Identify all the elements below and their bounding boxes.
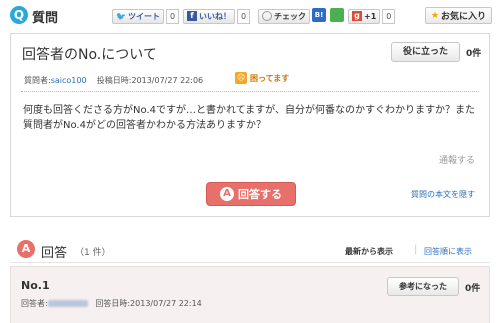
answer-card: No.1 回答者: 回答日時:2013/07/27 22:14 参考になった 0…	[10, 266, 490, 323]
hide-question-link[interactable]: 質問の本文を隠す	[411, 189, 475, 200]
tweet-count: 0	[165, 8, 180, 24]
favorite-button[interactable]: ★ お気に入り	[425, 7, 492, 24]
gplus-share: g +1 0	[348, 8, 396, 24]
posted-date: 2013/07/27 22:06	[131, 76, 204, 85]
gplus-count: 0	[382, 8, 396, 24]
answers-count: （1 件）	[75, 248, 111, 258]
divider	[10, 262, 490, 263]
useful-count: 0件	[466, 49, 482, 59]
question-card: 回答者のNo.について 役に立った 0件 質問者:saico100 投稿日時:2…	[10, 33, 490, 217]
check-share: チェック	[258, 8, 310, 24]
question-badge-icon: Q	[10, 6, 28, 24]
sort-order-link[interactable]: 回答順に表示	[424, 246, 472, 257]
check-button[interactable]: チェック	[258, 8, 310, 24]
line-share-icon[interactable]	[330, 8, 344, 22]
divider	[21, 91, 479, 92]
report-link[interactable]: 通報する	[439, 153, 475, 166]
like-count: 0	[237, 8, 251, 24]
star-icon: ★	[430, 10, 440, 21]
answer-button[interactable]: A 回答する	[206, 182, 296, 206]
hatena-bookmark-button[interactable]: B!	[312, 8, 326, 22]
asker-link[interactable]: saico100	[51, 76, 87, 85]
answer-number: No.1	[21, 279, 50, 292]
helpful-count: 0件	[465, 284, 481, 294]
gplus-button[interactable]: g +1	[348, 8, 381, 24]
mixi-icon	[262, 11, 272, 21]
answerer-name-redacted	[47, 300, 88, 307]
answer-icon: A	[220, 187, 234, 201]
question-body: 何度も回答くださる方がNo.4ですが…と書かれてますが、自分が何番なのかすぐわか…	[23, 105, 475, 131]
sort-separator: |	[414, 244, 418, 255]
helpful-button[interactable]: 参考になった	[387, 277, 459, 296]
like-share: f いいね！ 0	[183, 8, 251, 24]
answer-date: 2013/07/27 22:14	[130, 299, 202, 308]
twitter-icon: 🐦	[116, 11, 126, 21]
page-title: 質問	[32, 11, 59, 26]
google-plus-icon: g	[352, 11, 362, 21]
tweet-share: 🐦 ツイート 0	[112, 8, 180, 24]
answer-meta: 回答者: 回答日時:2013/07/27 22:14	[21, 299, 202, 308]
like-button[interactable]: f いいね！	[183, 8, 235, 24]
answers-header: A 回答 （1 件） 最新から表示 | 回答順に表示	[0, 235, 500, 261]
status-badge: ☹ 困ってます	[235, 72, 290, 84]
answer-badge-icon: A	[17, 240, 35, 258]
facebook-icon: f	[187, 11, 197, 21]
trouble-face-icon: ☹	[235, 72, 247, 84]
sort-newest-tab[interactable]: 最新から表示	[345, 246, 393, 257]
answers-title: 回答	[41, 246, 68, 261]
useful-button[interactable]: 役に立った	[391, 42, 460, 62]
question-header: Q 質問 🐦 ツイート 0 f いいね！ 0 チェック B! g +1 0 ★ …	[0, 0, 500, 30]
tweet-button[interactable]: 🐦 ツイート	[112, 8, 164, 24]
question-meta: 質問者:saico100 投稿日時:2013/07/27 22:06	[24, 76, 204, 85]
question-title: 回答者のNo.について	[22, 47, 157, 63]
